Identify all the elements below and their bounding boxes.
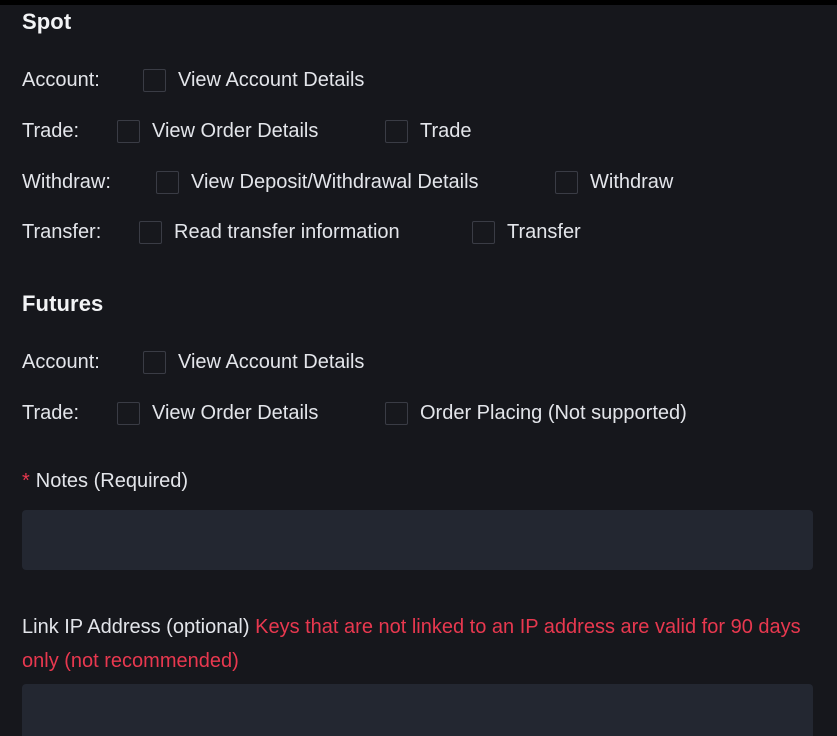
spot-trade-checkbox[interactable] xyxy=(385,119,408,143)
spot-view-order-details-checkbox[interactable] xyxy=(117,119,140,143)
spot-trade-label: Trade: xyxy=(22,119,80,142)
notes-field-label: * Notes (Required) xyxy=(22,470,188,493)
spot-withdraw-option-label[interactable]: Withdraw xyxy=(590,171,673,194)
futures-order-placing-option[interactable]: Order Placing (Not supported) xyxy=(385,400,687,426)
ip-field-label: Link IP Address (optional) Keys that are… xyxy=(22,610,813,678)
futures-view-order-details-option[interactable]: View Order Details xyxy=(117,400,318,426)
spot-read-transfer-info-label[interactable]: Read transfer information xyxy=(174,221,400,244)
futures-trade-row: Trade: View Order Details Order Placing … xyxy=(22,400,813,426)
futures-view-account-details-option[interactable]: View Account Details xyxy=(143,349,364,375)
spot-transfer-option-label[interactable]: Transfer xyxy=(507,221,581,244)
futures-order-placing-checkbox[interactable] xyxy=(385,401,408,425)
futures-account-row: Account: View Account Details xyxy=(22,349,813,375)
futures-view-order-details-checkbox[interactable] xyxy=(117,401,140,425)
spot-read-transfer-info-checkbox[interactable] xyxy=(139,220,162,244)
spot-transfer-row: Transfer: Read transfer information Tran… xyxy=(22,219,813,245)
spot-view-deposit-withdrawal-option[interactable]: View Deposit/Withdrawal Details xyxy=(156,169,479,195)
spot-withdraw-row: Withdraw: View Deposit/Withdrawal Detail… xyxy=(22,169,813,195)
ip-address-input[interactable] xyxy=(22,684,813,736)
futures-section-title: Futures xyxy=(22,291,104,316)
ip-label-text: Link IP Address (optional) xyxy=(22,616,250,638)
spot-view-account-details-checkbox[interactable] xyxy=(143,68,166,92)
spot-transfer-checkbox[interactable] xyxy=(472,220,495,244)
spot-view-order-details-option[interactable]: View Order Details xyxy=(117,118,318,144)
spot-trade-option[interactable]: Trade xyxy=(385,118,472,144)
spot-transfer-label: Transfer: xyxy=(22,220,102,243)
notes-label-text: Notes (Required) xyxy=(35,470,189,492)
futures-account-label: Account: xyxy=(22,350,100,373)
spot-withdraw-checkbox[interactable] xyxy=(555,170,578,194)
spot-view-account-details-option[interactable]: View Account Details xyxy=(143,67,364,93)
spot-withdraw-option[interactable]: Withdraw xyxy=(555,169,673,195)
spot-account-row: Account: View Account Details xyxy=(22,67,813,93)
spot-withdraw-label: Withdraw: xyxy=(22,170,111,193)
spot-trade-option-label[interactable]: Trade xyxy=(420,120,472,143)
spot-view-account-details-label[interactable]: View Account Details xyxy=(178,69,364,92)
futures-trade-label: Trade: xyxy=(22,401,80,424)
spot-view-deposit-withdrawal-label[interactable]: View Deposit/Withdrawal Details xyxy=(191,171,479,194)
required-asterisk: * xyxy=(22,470,30,492)
spot-view-order-details-label[interactable]: View Order Details xyxy=(152,120,318,143)
futures-view-account-details-checkbox[interactable] xyxy=(143,350,166,374)
spot-read-transfer-info-option[interactable]: Read transfer information xyxy=(139,219,400,245)
top-edge-bar xyxy=(0,0,837,5)
futures-view-order-details-label[interactable]: View Order Details xyxy=(152,402,318,425)
futures-view-account-details-label[interactable]: View Account Details xyxy=(178,351,364,374)
spot-trade-row: Trade: View Order Details Trade xyxy=(22,118,813,144)
spot-section-title: Spot xyxy=(22,9,72,34)
spot-transfer-option[interactable]: Transfer xyxy=(472,219,581,245)
spot-account-label: Account: xyxy=(22,68,100,91)
futures-order-placing-label[interactable]: Order Placing (Not supported) xyxy=(420,402,687,425)
spot-view-deposit-withdrawal-checkbox[interactable] xyxy=(156,170,179,194)
notes-input[interactable] xyxy=(22,510,813,570)
